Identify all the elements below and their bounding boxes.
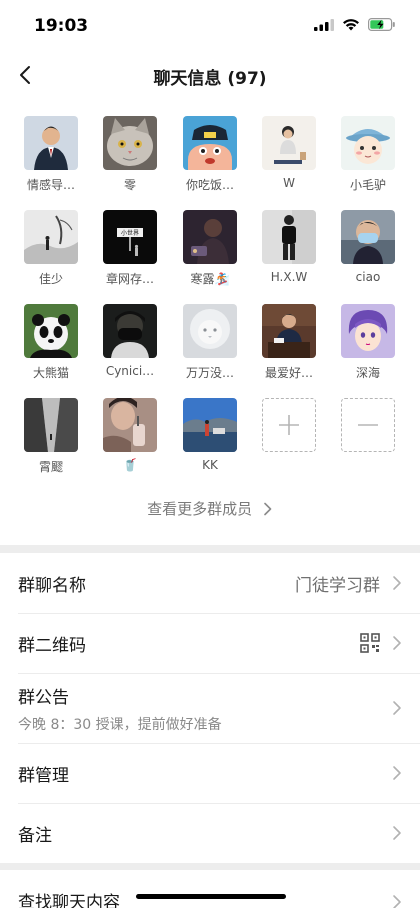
avatar bbox=[24, 304, 78, 358]
svg-text:小世界: 小世界 bbox=[121, 229, 139, 237]
battery-charging-icon bbox=[368, 18, 395, 31]
member-item[interactable]: 霄飂 bbox=[14, 398, 88, 475]
search-chat-label: 查找聊天内容 bbox=[18, 893, 120, 908]
member-item[interactable]: 🥤 bbox=[93, 398, 167, 472]
view-more-members-link[interactable]: 查看更多群成员 bbox=[0, 498, 420, 519]
avatar bbox=[183, 398, 237, 452]
member-name: ciao bbox=[355, 270, 381, 284]
member-name: 🥤 bbox=[122, 458, 138, 472]
search-chat-row[interactable]: 查找聊天内容 bbox=[0, 870, 420, 908]
qr-code-label: 群二维码 bbox=[18, 635, 86, 656]
group-name-label: 群聊名称 bbox=[18, 575, 86, 596]
plus-icon bbox=[262, 398, 316, 452]
chevron-right-icon bbox=[393, 826, 401, 840]
member-name: Cynici… bbox=[105, 364, 155, 378]
member-name: W bbox=[283, 176, 295, 190]
status-bar: 19:03 bbox=[0, 0, 420, 52]
avatar bbox=[183, 116, 237, 170]
avatar bbox=[24, 398, 78, 452]
member-item[interactable]: H.X.W bbox=[252, 210, 326, 284]
member-item[interactable]: KK bbox=[173, 398, 247, 472]
member-name: 寒露🏂 bbox=[190, 272, 230, 286]
avatar: 小世界 bbox=[103, 210, 157, 264]
nav-bar: 聊天信息 (97) bbox=[0, 52, 420, 98]
avatar bbox=[341, 116, 395, 170]
member-name: 小毛驴 bbox=[349, 178, 386, 192]
qr-code-icon bbox=[360, 633, 380, 653]
member-name: 万万没… bbox=[185, 366, 234, 380]
member-name: 大熊猫 bbox=[32, 366, 69, 380]
avatar bbox=[103, 116, 157, 170]
avatar bbox=[103, 304, 157, 358]
group-notice-label: 群公告 bbox=[18, 687, 69, 708]
member-item[interactable]: 小毛驴 bbox=[331, 116, 405, 193]
avatar bbox=[183, 210, 237, 264]
wifi-icon bbox=[343, 19, 359, 31]
remark-row[interactable]: 备注 bbox=[0, 803, 420, 863]
chevron-right-icon bbox=[393, 766, 401, 780]
member-item[interactable]: 万万没… bbox=[173, 304, 247, 381]
member-name: 最爱好… bbox=[264, 366, 313, 380]
member-name: 章网存… bbox=[105, 272, 154, 286]
avatar bbox=[103, 398, 157, 452]
member-name: 佳少 bbox=[38, 272, 63, 286]
settings-list: 群聊名称 门徒学习群 群二维码 群公告 今晚 8：30 授课，提前做好准备 群管… bbox=[0, 553, 420, 863]
member-item[interactable]: 最爱好… bbox=[252, 304, 326, 381]
member-item[interactable]: 零 bbox=[93, 116, 167, 193]
status-icons bbox=[314, 18, 396, 31]
chevron-right-icon bbox=[393, 701, 401, 715]
remove-member-button[interactable] bbox=[331, 398, 405, 452]
member-name: 霄飂 bbox=[38, 460, 63, 474]
avatar bbox=[183, 304, 237, 358]
chevron-right-icon bbox=[393, 895, 401, 908]
members-panel: 情感导… 零 你吃饭… W 小毛驴佳少 小世界章网存… 寒露🏂 H.X.W ciao 大熊猫 Cyn… bbox=[0, 98, 420, 545]
minus-icon bbox=[341, 398, 395, 452]
remark-label: 备注 bbox=[18, 825, 52, 846]
member-item[interactable]: 寒露🏂 bbox=[173, 210, 247, 287]
member-item[interactable]: ciao bbox=[331, 210, 405, 284]
avatar bbox=[24, 210, 78, 264]
member-item[interactable]: 小世界章网存… bbox=[93, 210, 167, 287]
group-name-value: 门徒学习群 bbox=[295, 575, 380, 596]
add-member-button[interactable] bbox=[252, 398, 326, 452]
home-indicator bbox=[136, 894, 286, 899]
chevron-right-icon bbox=[393, 636, 401, 650]
avatar bbox=[262, 210, 316, 264]
group-name-row[interactable]: 群聊名称 门徒学习群 bbox=[0, 553, 420, 613]
member-name: 你吃饭… bbox=[185, 178, 234, 192]
member-name: KK bbox=[202, 458, 218, 472]
avatar bbox=[262, 304, 316, 358]
avatar bbox=[341, 210, 395, 264]
chevron-right-icon bbox=[264, 502, 272, 515]
group-notice-text: 今晚 8：30 授课，提前做好准备 bbox=[18, 716, 222, 733]
group-notice-row[interactable]: 群公告 今晚 8：30 授课，提前做好准备 bbox=[0, 673, 420, 743]
member-item[interactable]: 大熊猫 bbox=[14, 304, 88, 381]
member-name: 情感导… bbox=[26, 178, 75, 192]
avatar bbox=[262, 116, 316, 170]
avatar bbox=[341, 304, 395, 358]
member-item[interactable]: Cynici… bbox=[93, 304, 167, 378]
chevron-right-icon bbox=[393, 576, 401, 590]
group-manage-row[interactable]: 群管理 bbox=[0, 743, 420, 803]
member-name: H.X.W bbox=[270, 270, 308, 284]
member-item[interactable]: 深海 bbox=[331, 304, 405, 381]
member-name: 深海 bbox=[355, 366, 380, 380]
page-title: 聊天信息 (97) bbox=[153, 69, 267, 89]
status-time: 19:03 bbox=[34, 16, 89, 36]
member-item[interactable]: W bbox=[252, 116, 326, 190]
signal-icon bbox=[314, 18, 334, 31]
group-manage-label: 群管理 bbox=[18, 765, 69, 786]
member-item[interactable]: 情感导… bbox=[14, 116, 88, 193]
avatar bbox=[24, 116, 78, 170]
member-item[interactable]: 你吃饭… bbox=[173, 116, 247, 193]
view-more-members-label: 查看更多群成员 bbox=[147, 500, 253, 518]
qr-code-row[interactable]: 群二维码 bbox=[0, 613, 420, 673]
member-item[interactable]: 佳少 bbox=[14, 210, 88, 287]
member-name: 零 bbox=[123, 178, 136, 192]
